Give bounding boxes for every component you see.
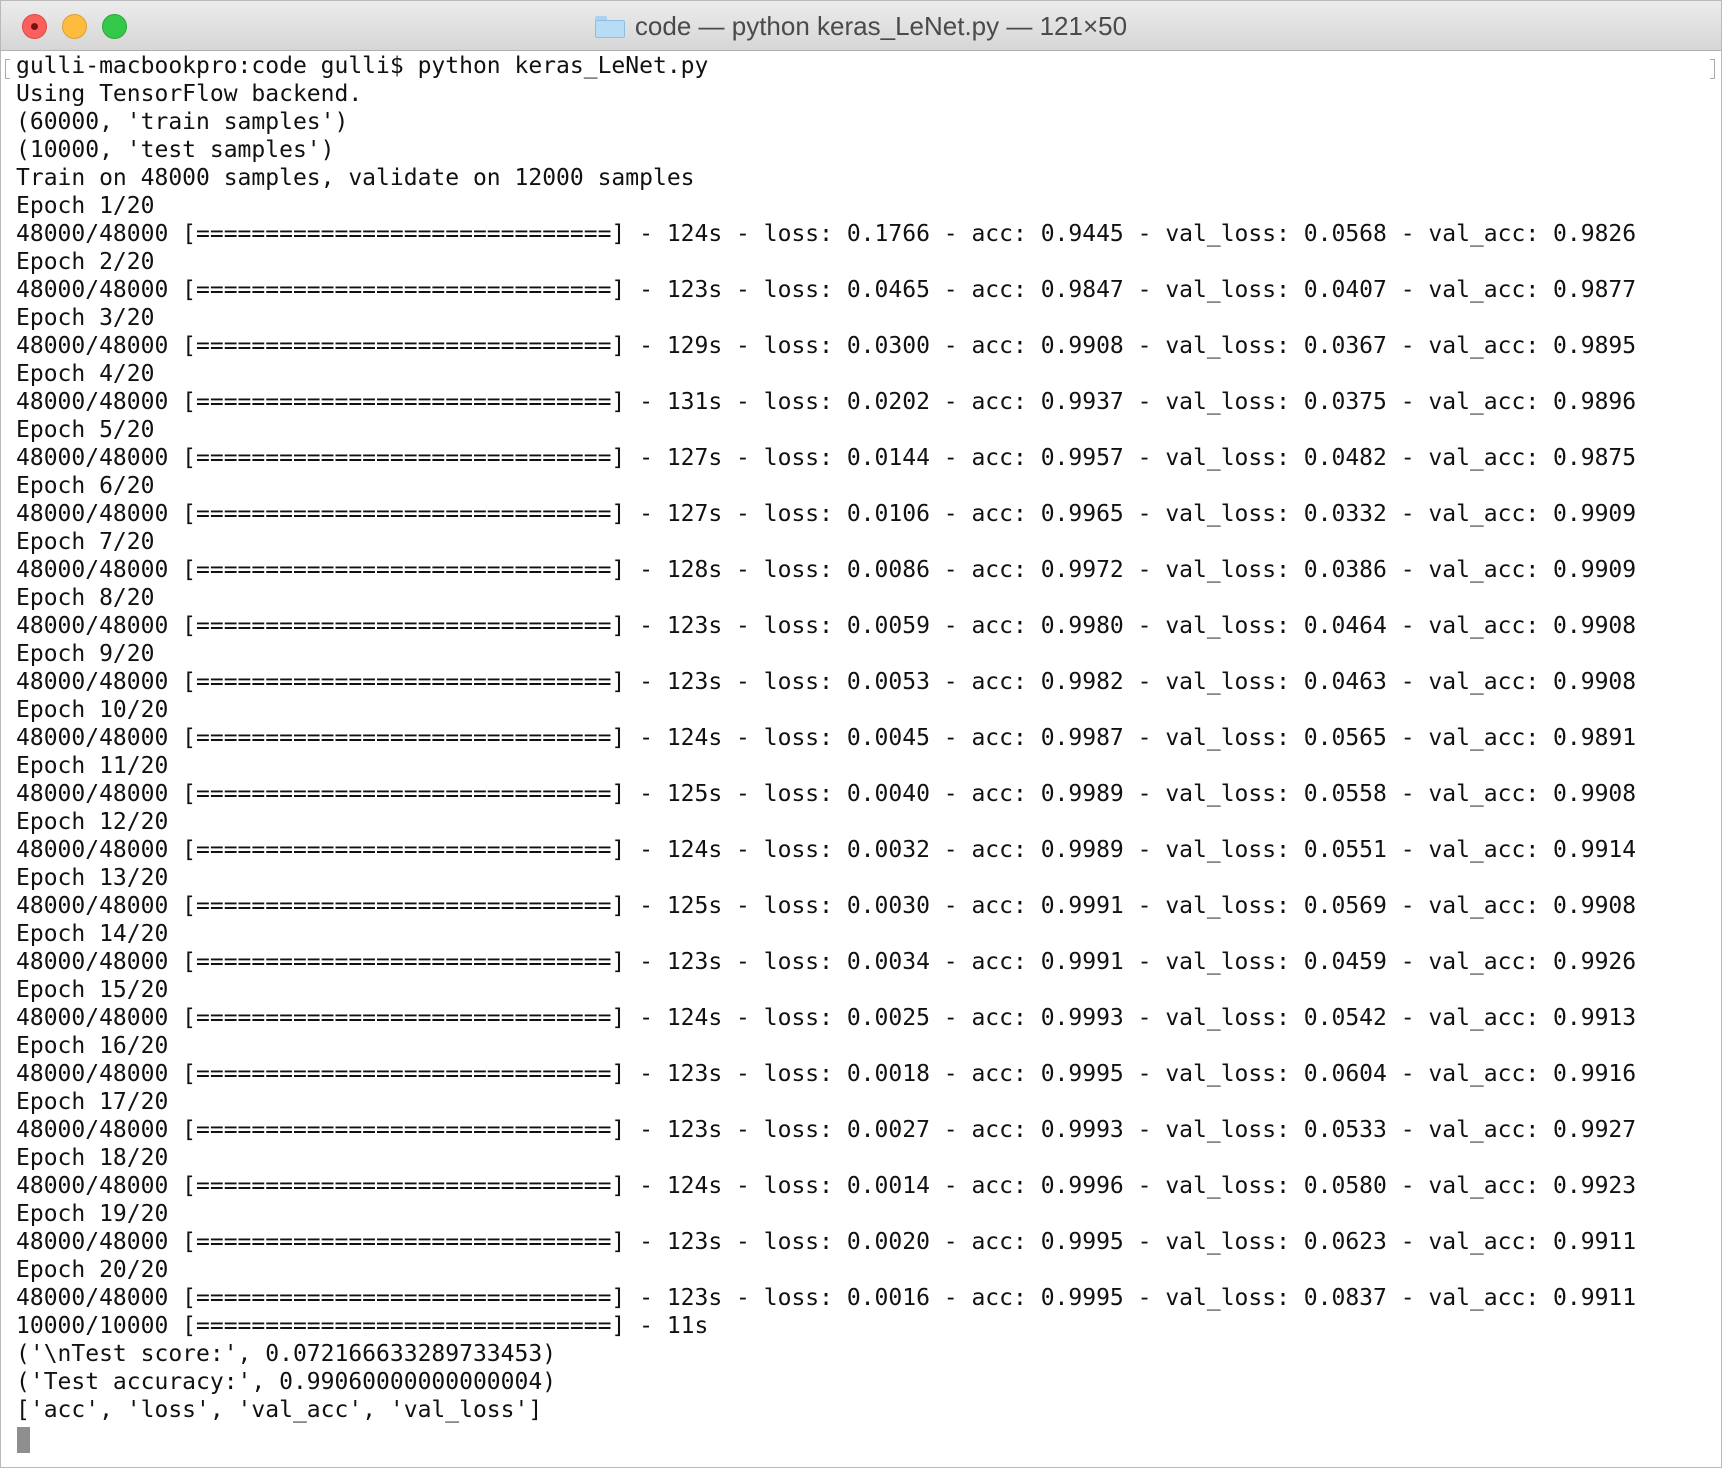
terminal-output[interactable]: gulli-macbookpro:code gulli$ python kera… (1, 51, 1721, 1467)
terminal-line: Epoch 13/20 (16, 865, 169, 891)
window-title: code — python keras_LeNet.py — 121×50 (634, 10, 1128, 41)
terminal-line: Using TensorFlow backend. (16, 81, 363, 107)
terminal-line: 48000/48000 [===========================… (16, 1061, 1637, 1087)
terminal-line: 10000/10000 [===========================… (16, 1313, 709, 1339)
terminal-line: 48000/48000 [===========================… (16, 445, 1637, 471)
terminal-line: (10000, 'test samples') (16, 137, 335, 163)
terminal-line: 48000/48000 [===========================… (16, 1117, 1637, 1143)
text-cursor (17, 1427, 30, 1453)
terminal-line: 48000/48000 [===========================… (16, 333, 1637, 359)
terminal-line: 48000/48000 [===========================… (16, 1229, 1637, 1255)
terminal-line: 48000/48000 [===========================… (16, 501, 1637, 527)
window-title-area: code — python keras_LeNet.py — 121×50 (1, 1, 1721, 51)
terminal-line: Epoch 19/20 (16, 1201, 169, 1227)
terminal-line: ('\nTest score:', 0.072166633289733453) (16, 1341, 557, 1367)
terminal-line: Train on 48000 samples, validate on 1200… (16, 165, 695, 191)
terminal-line: 48000/48000 [===========================… (16, 669, 1637, 695)
terminal-line: 48000/48000 [===========================… (16, 1285, 1637, 1311)
terminal-line: (60000, 'train samples') (16, 109, 349, 135)
terminal-line: Epoch 8/20 (16, 585, 155, 611)
terminal-line: Epoch 9/20 (16, 641, 155, 667)
terminal-line: 48000/48000 [===========================… (16, 781, 1637, 807)
mark-right (1710, 59, 1715, 79)
terminal-line: 48000/48000 [===========================… (16, 725, 1637, 751)
terminal-line: Epoch 6/20 (16, 473, 155, 499)
terminal-line: gulli-macbookpro:code gulli$ python kera… (16, 53, 709, 79)
terminal-line: Epoch 11/20 (16, 753, 169, 779)
terminal-line: 48000/48000 [===========================… (16, 1173, 1637, 1199)
terminal-line: 48000/48000 [===========================… (16, 389, 1637, 415)
terminal-line: 48000/48000 [===========================… (16, 949, 1637, 975)
terminal-line: Epoch 10/20 (16, 697, 169, 723)
terminal-line: Epoch 12/20 (16, 809, 169, 835)
terminal-line: Epoch 7/20 (16, 529, 155, 555)
terminal-line: ['acc', 'loss', 'val_acc', 'val_loss'] (16, 1397, 543, 1423)
terminal-line: 48000/48000 [===========================… (16, 277, 1637, 303)
terminal-line: 48000/48000 [===========================… (16, 221, 1637, 247)
terminal-line: Epoch 16/20 (16, 1033, 169, 1059)
terminal-line: Epoch 4/20 (16, 361, 155, 387)
terminal-line: 48000/48000 [===========================… (16, 893, 1637, 919)
terminal-line: Epoch 17/20 (16, 1089, 169, 1115)
terminal-lines: gulli-macbookpro:code gulli$ python kera… (16, 52, 1636, 1424)
terminal-line: ('Test accuracy:', 0.99060000000000004) (16, 1369, 557, 1395)
terminal-line: Epoch 18/20 (16, 1145, 169, 1171)
terminal-line: Epoch 15/20 (16, 977, 169, 1003)
terminal-line: Epoch 3/20 (16, 305, 155, 331)
folder-icon (594, 16, 625, 38)
terminal-line: Epoch 14/20 (16, 921, 169, 947)
terminal-line: Epoch 20/20 (16, 1257, 169, 1283)
terminal-line: Epoch 5/20 (16, 417, 155, 443)
title-bar[interactable]: code — python keras_LeNet.py — 121×50 (1, 1, 1721, 51)
terminal-line: 48000/48000 [===========================… (16, 557, 1637, 583)
mark-left (5, 59, 10, 79)
terminal-window: code — python keras_LeNet.py — 121×50 gu… (0, 0, 1722, 1468)
terminal-line: Epoch 1/20 (16, 193, 155, 219)
terminal-line: 48000/48000 [===========================… (16, 1005, 1637, 1031)
terminal-line: Epoch 2/20 (16, 249, 155, 275)
terminal-line: 48000/48000 [===========================… (16, 613, 1637, 639)
terminal-line: 48000/48000 [===========================… (16, 837, 1637, 863)
